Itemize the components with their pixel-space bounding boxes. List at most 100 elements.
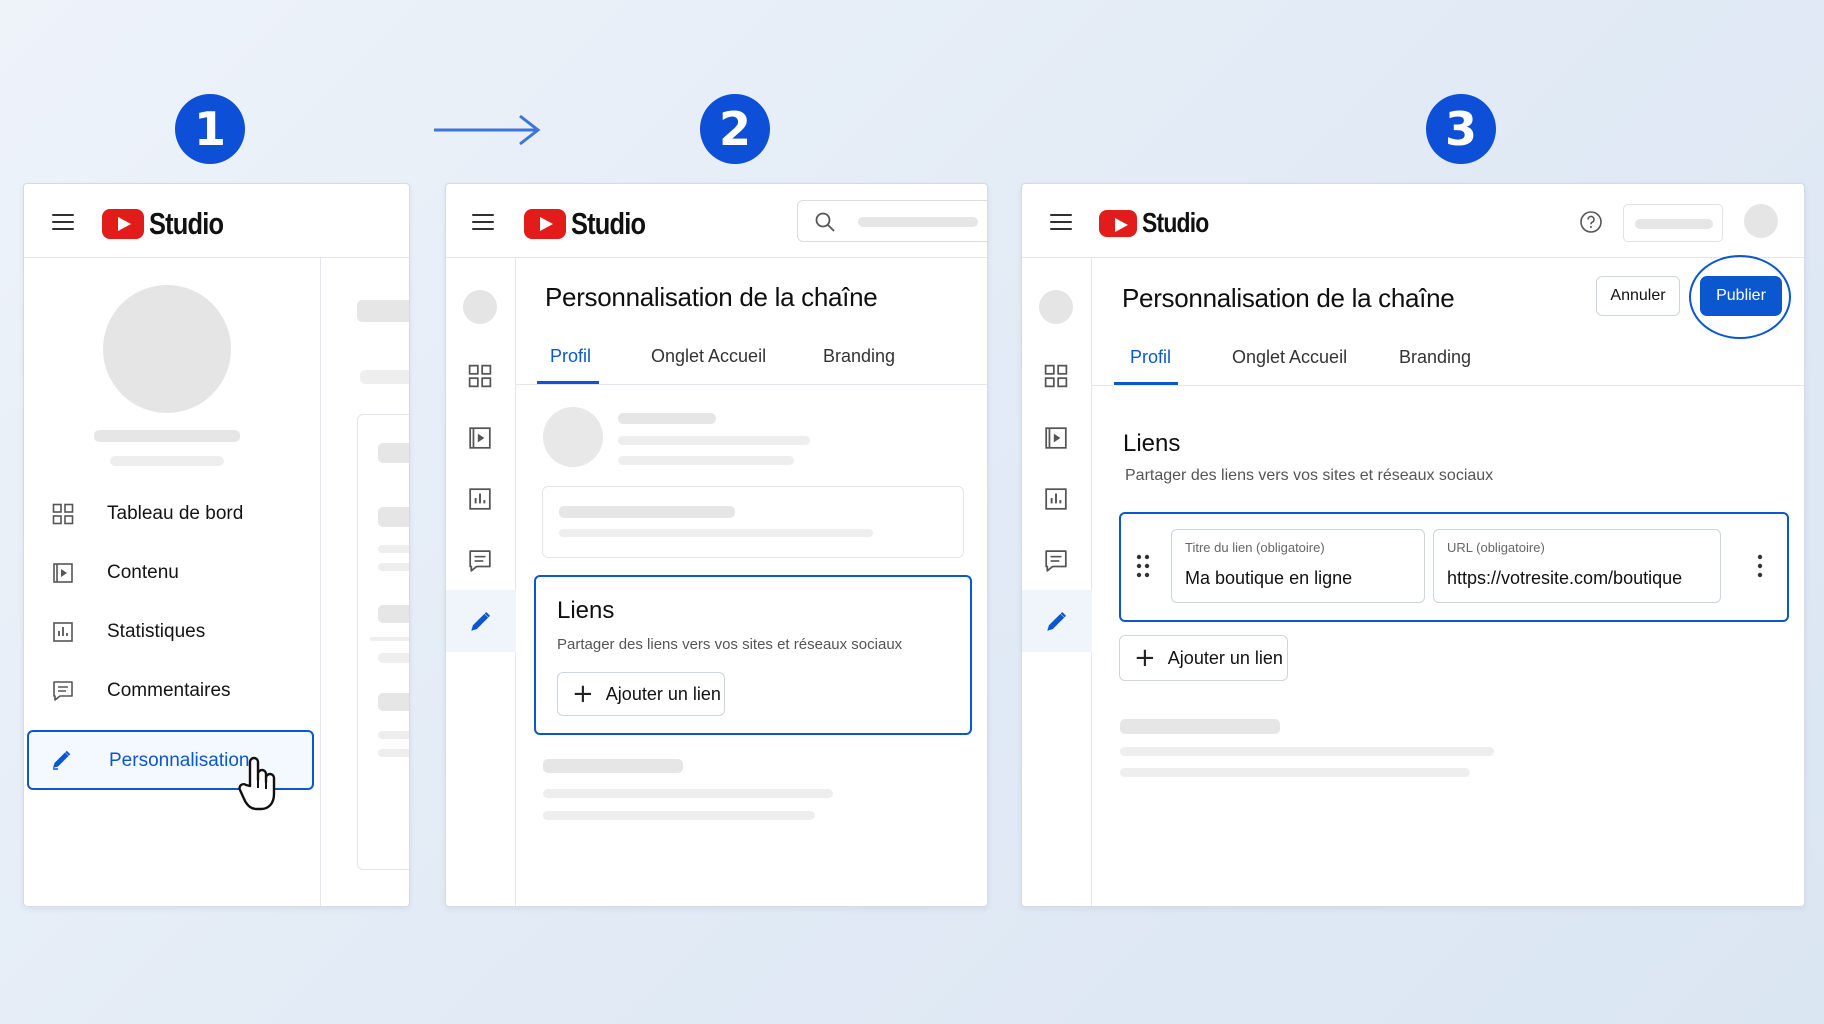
content-placeholder: [543, 811, 815, 820]
drag-handle-icon[interactable]: [1135, 553, 1151, 579]
channel-name-placeholder: [94, 430, 240, 442]
content-placeholder: [1120, 768, 1470, 777]
step-3-badge: 3: [1426, 94, 1496, 164]
logo-text: Studio: [149, 206, 224, 241]
content-placeholder: [378, 545, 409, 553]
tab-branding[interactable]: Branding: [1399, 347, 1471, 368]
content-placeholder: [618, 436, 810, 445]
avatar: [1039, 290, 1073, 324]
content-placeholder: [618, 413, 716, 424]
dashboard-icon: [52, 503, 74, 525]
help-icon[interactable]: [1579, 210, 1603, 234]
studio-window-step-3: Studio Personnalisation de la chaîne Ann…: [1021, 183, 1805, 907]
arrow-right-icon: [434, 114, 541, 146]
search-placeholder: [858, 217, 978, 227]
avatar-placeholder: [543, 407, 603, 467]
content-card: [357, 414, 409, 870]
hand-cursor-icon: [238, 756, 276, 811]
content-placeholder: [618, 456, 794, 465]
step-1-badge: 1: [175, 94, 245, 164]
step-2-badge: 2: [700, 94, 770, 164]
link-row: Titre du lien (obligatoire) Ma boutique …: [1119, 512, 1789, 622]
publish-button[interactable]: Publier: [1700, 276, 1782, 316]
content-placeholder: [543, 759, 683, 773]
content-placeholder: [559, 506, 735, 518]
youtube-logo-icon: [524, 209, 566, 239]
sidebar-item-dashboard[interactable]: Tableau de bord: [24, 490, 321, 538]
sidebar-item-label: Commentaires: [107, 680, 231, 701]
sidebar-item-label: Tableau de bord: [107, 503, 244, 524]
links-subtitle: Partager des liens vers vos sites et rés…: [557, 636, 903, 653]
links-title: Liens: [557, 597, 615, 624]
tab-profil[interactable]: Profil: [1130, 347, 1171, 368]
add-link-label: Ajouter un lien: [605, 683, 721, 704]
content-placeholder: [378, 693, 409, 711]
content-placeholder: [378, 605, 409, 623]
comments-icon[interactable]: [1044, 549, 1068, 573]
search-icon: [815, 212, 835, 232]
avatar: [463, 290, 497, 324]
logo-text: Studio: [1142, 207, 1209, 238]
add-link-label: Ajouter un lien: [1167, 647, 1283, 668]
channel-avatar: [103, 285, 231, 413]
studio-window-step-1: Studio Tableau de bord Contenu Statistiq…: [23, 183, 410, 907]
page-title: Personnalisation de la chaîne: [1122, 283, 1455, 313]
more-options-icon[interactable]: [1756, 554, 1764, 578]
dashboard-icon[interactable]: [1044, 364, 1068, 388]
rail-item-customization[interactable]: [446, 590, 516, 652]
content-placeholder: [1120, 719, 1280, 734]
topbar: Studio: [446, 184, 987, 258]
rail-item-customization[interactable]: [1022, 590, 1092, 652]
link-title-field[interactable]: Titre du lien (obligatoire) Ma boutique …: [1171, 529, 1425, 603]
add-link-button[interactable]: + Ajouter un lien: [1119, 635, 1288, 681]
menu-icon[interactable]: [52, 214, 74, 232]
link-title-value: Ma boutique en ligne: [1185, 568, 1353, 588]
dashboard-icon[interactable]: [468, 364, 492, 388]
plus-icon: +: [572, 679, 594, 709]
links-subtitle: Partager des liens vers vos sites et rés…: [1125, 467, 1494, 484]
add-link-button[interactable]: + Ajouter un lien: [557, 672, 725, 716]
search-input[interactable]: [797, 200, 987, 242]
studio-logo[interactable]: Studio: [1099, 207, 1223, 239]
sidebar-item-comments[interactable]: Commentaires: [24, 667, 321, 715]
collapsed-sidebar: [1022, 258, 1092, 906]
tab-profil[interactable]: Profil: [550, 346, 591, 367]
tab-branding[interactable]: Branding: [823, 346, 895, 367]
content-icon: [53, 563, 73, 583]
content-placeholder: [357, 300, 409, 322]
content-placeholder: [378, 507, 409, 527]
analytics-icon[interactable]: [1044, 487, 1068, 511]
studio-logo[interactable]: Studio: [524, 206, 661, 242]
comments-icon[interactable]: [468, 549, 492, 573]
cancel-button[interactable]: Annuler: [1596, 276, 1680, 316]
content-placeholder: [559, 529, 873, 537]
menu-icon[interactable]: [472, 214, 494, 232]
content-icon[interactable]: [468, 426, 492, 450]
tab-onglet-accueil[interactable]: Onglet Accueil: [1232, 347, 1347, 368]
tabs-divider: [1092, 385, 1804, 386]
sidebar-item-content[interactable]: Contenu: [24, 549, 321, 597]
analytics-icon[interactable]: [468, 487, 492, 511]
account-placeholder: [1635, 219, 1713, 229]
customization-icon: [1047, 611, 1067, 631]
sidebar-item-analytics[interactable]: Statistiques: [24, 608, 321, 656]
content-placeholder: [378, 731, 409, 739]
youtube-logo-icon: [102, 209, 144, 239]
link-url-value: https://votresite.com/boutique: [1447, 568, 1683, 588]
link-url-field[interactable]: URL (obligatoire) https://votresite.com/…: [1433, 529, 1721, 603]
tab-onglet-accueil[interactable]: Onglet Accueil: [651, 346, 766, 367]
studio-logo[interactable]: Studio: [102, 206, 239, 242]
sidebar-item-label: Statistiques: [107, 621, 206, 642]
content-icon[interactable]: [1044, 426, 1068, 450]
topbar: Studio: [1022, 184, 1804, 258]
collapsed-sidebar: [446, 258, 516, 906]
content-placeholder: [378, 749, 409, 757]
menu-icon[interactable]: [1050, 214, 1072, 232]
sidebar-item-label: Contenu: [107, 562, 179, 583]
avatar[interactable]: [1744, 204, 1778, 238]
tabs-divider: [516, 384, 987, 385]
topbar: Studio: [24, 184, 409, 258]
studio-window-step-2: Studio Personnalisation de la chaîne Pro…: [445, 183, 988, 907]
account-button[interactable]: [1623, 204, 1723, 242]
youtube-logo-icon: [1099, 209, 1137, 237]
